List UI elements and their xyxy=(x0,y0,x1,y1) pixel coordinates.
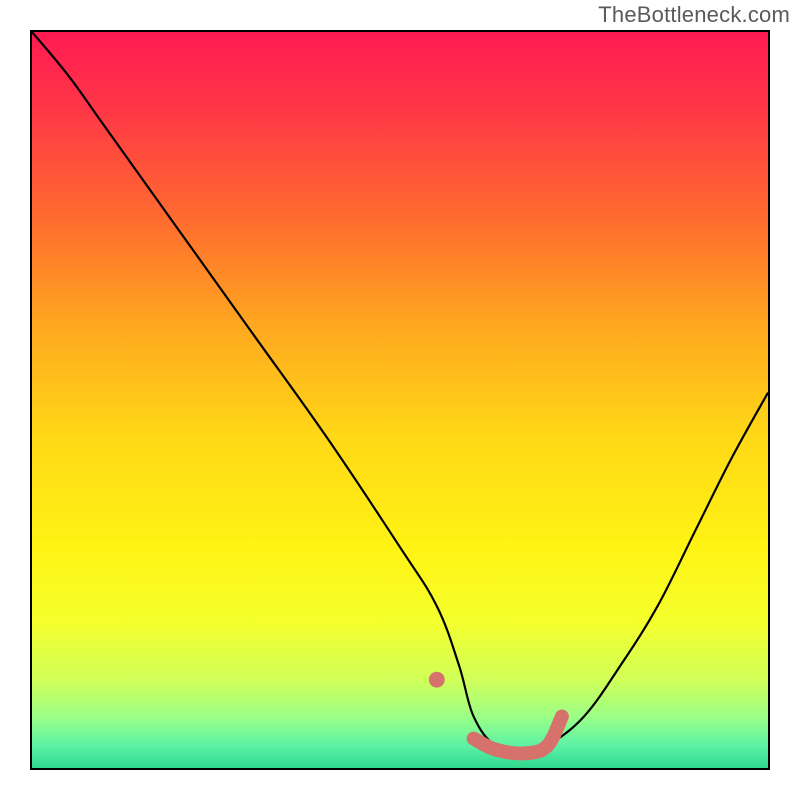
curves-overlay xyxy=(32,32,768,768)
main-curve xyxy=(32,32,768,753)
chart-container: TheBottleneck.com xyxy=(0,0,800,800)
attribution-text: TheBottleneck.com xyxy=(598,2,790,28)
highlight-dot xyxy=(429,672,445,688)
highlight-curve xyxy=(474,716,562,753)
plot-area xyxy=(30,30,770,770)
